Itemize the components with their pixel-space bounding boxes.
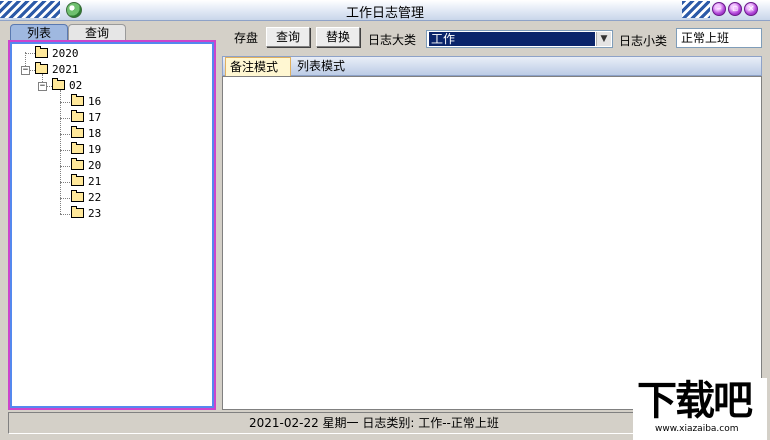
- category-label: 日志大类: [368, 33, 417, 47]
- tree-node-day[interactable]: 18: [71, 126, 101, 142]
- tree-node-month[interactable]: 02: [52, 78, 82, 94]
- open-folder-icon: [71, 190, 84, 202]
- tree-connector: [60, 214, 70, 215]
- tree-node-day[interactable]: 23: [71, 206, 101, 222]
- tree-connector: [60, 182, 70, 183]
- subcategory-field[interactable]: 正常上班: [676, 28, 762, 48]
- chevron-down-icon[interactable]: ▼: [596, 32, 611, 46]
- tree-connector: [60, 90, 61, 214]
- collapse-icon[interactable]: −: [21, 66, 30, 75]
- tree-node-day-selected[interactable]: 22: [71, 190, 101, 206]
- tree-node-label: 16: [88, 95, 102, 108]
- watermark-url: www.xiazaiba.com: [655, 424, 739, 434]
- tree-connector: [60, 198, 70, 199]
- folder-icon: [71, 94, 84, 106]
- tab-list[interactable]: 列表: [10, 24, 68, 41]
- tab-query[interactable]: 查询: [68, 24, 126, 41]
- title-bar-decoration-right: [682, 1, 710, 18]
- date-tree-panel: 2020 − 2021 − 02 16 17 18 19 20 21 22 23: [8, 40, 216, 410]
- folder-icon: [71, 158, 84, 170]
- folder-icon: [35, 62, 48, 74]
- watermark-logo: 下载吧 www.xiazaiba.com: [633, 378, 767, 440]
- category-select[interactable]: 工作 ▼: [426, 30, 613, 48]
- tree-node-day[interactable]: 16: [71, 94, 101, 110]
- tab-list-mode[interactable]: 列表模式: [293, 57, 357, 76]
- tree-node-year[interactable]: 2021: [35, 62, 79, 78]
- folder-icon: [71, 142, 84, 154]
- tree-node-label: 2021: [52, 63, 79, 76]
- tree-node-year[interactable]: 2020: [35, 46, 79, 62]
- tree-connector: [25, 53, 35, 54]
- tree-node-label: 2020: [52, 47, 79, 60]
- folder-icon: [35, 46, 48, 58]
- watermark-logo-text: 下载吧: [637, 378, 753, 424]
- app-window: 工作日志管理 – ▫ × 列表 查询 2020 − 2021 − 02 16 1…: [0, 0, 770, 440]
- status-text: 2021-02-22 星期一 日志类别: 工作--正常上班: [249, 416, 499, 430]
- title-bar[interactable]: 工作日志管理 – ▫ ×: [0, 0, 770, 21]
- minimize-button[interactable]: –: [712, 2, 726, 16]
- tab-note-mode[interactable]: 备注模式: [225, 57, 291, 76]
- date-tree[interactable]: 2020 − 2021 − 02 16 17 18 19 20 21 22 23: [12, 44, 212, 406]
- replace-button[interactable]: 替换: [316, 27, 360, 47]
- tree-connector: [60, 166, 70, 167]
- folder-icon: [71, 174, 84, 186]
- tree-node-label: 02: [69, 79, 83, 92]
- note-editor[interactable]: [222, 76, 762, 410]
- tree-node-label: 17: [88, 111, 102, 124]
- folder-icon: [52, 78, 65, 90]
- tree-node-day[interactable]: 17: [71, 110, 101, 126]
- folder-icon: [71, 126, 84, 138]
- query-button[interactable]: 查询: [266, 27, 310, 47]
- tree-node-label: 19: [88, 143, 102, 156]
- close-button[interactable]: ×: [744, 2, 758, 16]
- mode-tabs: 备注模式 列表模式: [222, 56, 762, 76]
- tree-node-label: 22: [88, 191, 102, 204]
- tree-node-day[interactable]: 20: [71, 158, 101, 174]
- tree-node-day[interactable]: 21: [71, 174, 101, 190]
- tree-node-label: 18: [88, 127, 102, 140]
- folder-icon: [71, 110, 84, 122]
- tree-node-label: 21: [88, 175, 102, 188]
- tree-node-label: 20: [88, 159, 102, 172]
- save-label[interactable]: 存盘: [234, 28, 258, 48]
- tree-node-day[interactable]: 19: [71, 142, 101, 158]
- category-select-value: 工作: [429, 32, 595, 46]
- tree-connector: [60, 102, 70, 103]
- tree-connector: [60, 150, 70, 151]
- tree-connector: [60, 118, 70, 119]
- tree-node-label: 23: [88, 207, 102, 220]
- collapse-icon[interactable]: −: [38, 82, 47, 91]
- folder-icon: [71, 206, 84, 218]
- maximize-button[interactable]: ▫: [728, 2, 742, 16]
- subcategory-label: 日志小类: [619, 34, 668, 48]
- tree-connector: [60, 134, 70, 135]
- window-title: 工作日志管理: [345, 6, 424, 21]
- left-panel: 列表 查询 2020 − 2021 − 02 16 17 18 19 20 21…: [8, 24, 216, 410]
